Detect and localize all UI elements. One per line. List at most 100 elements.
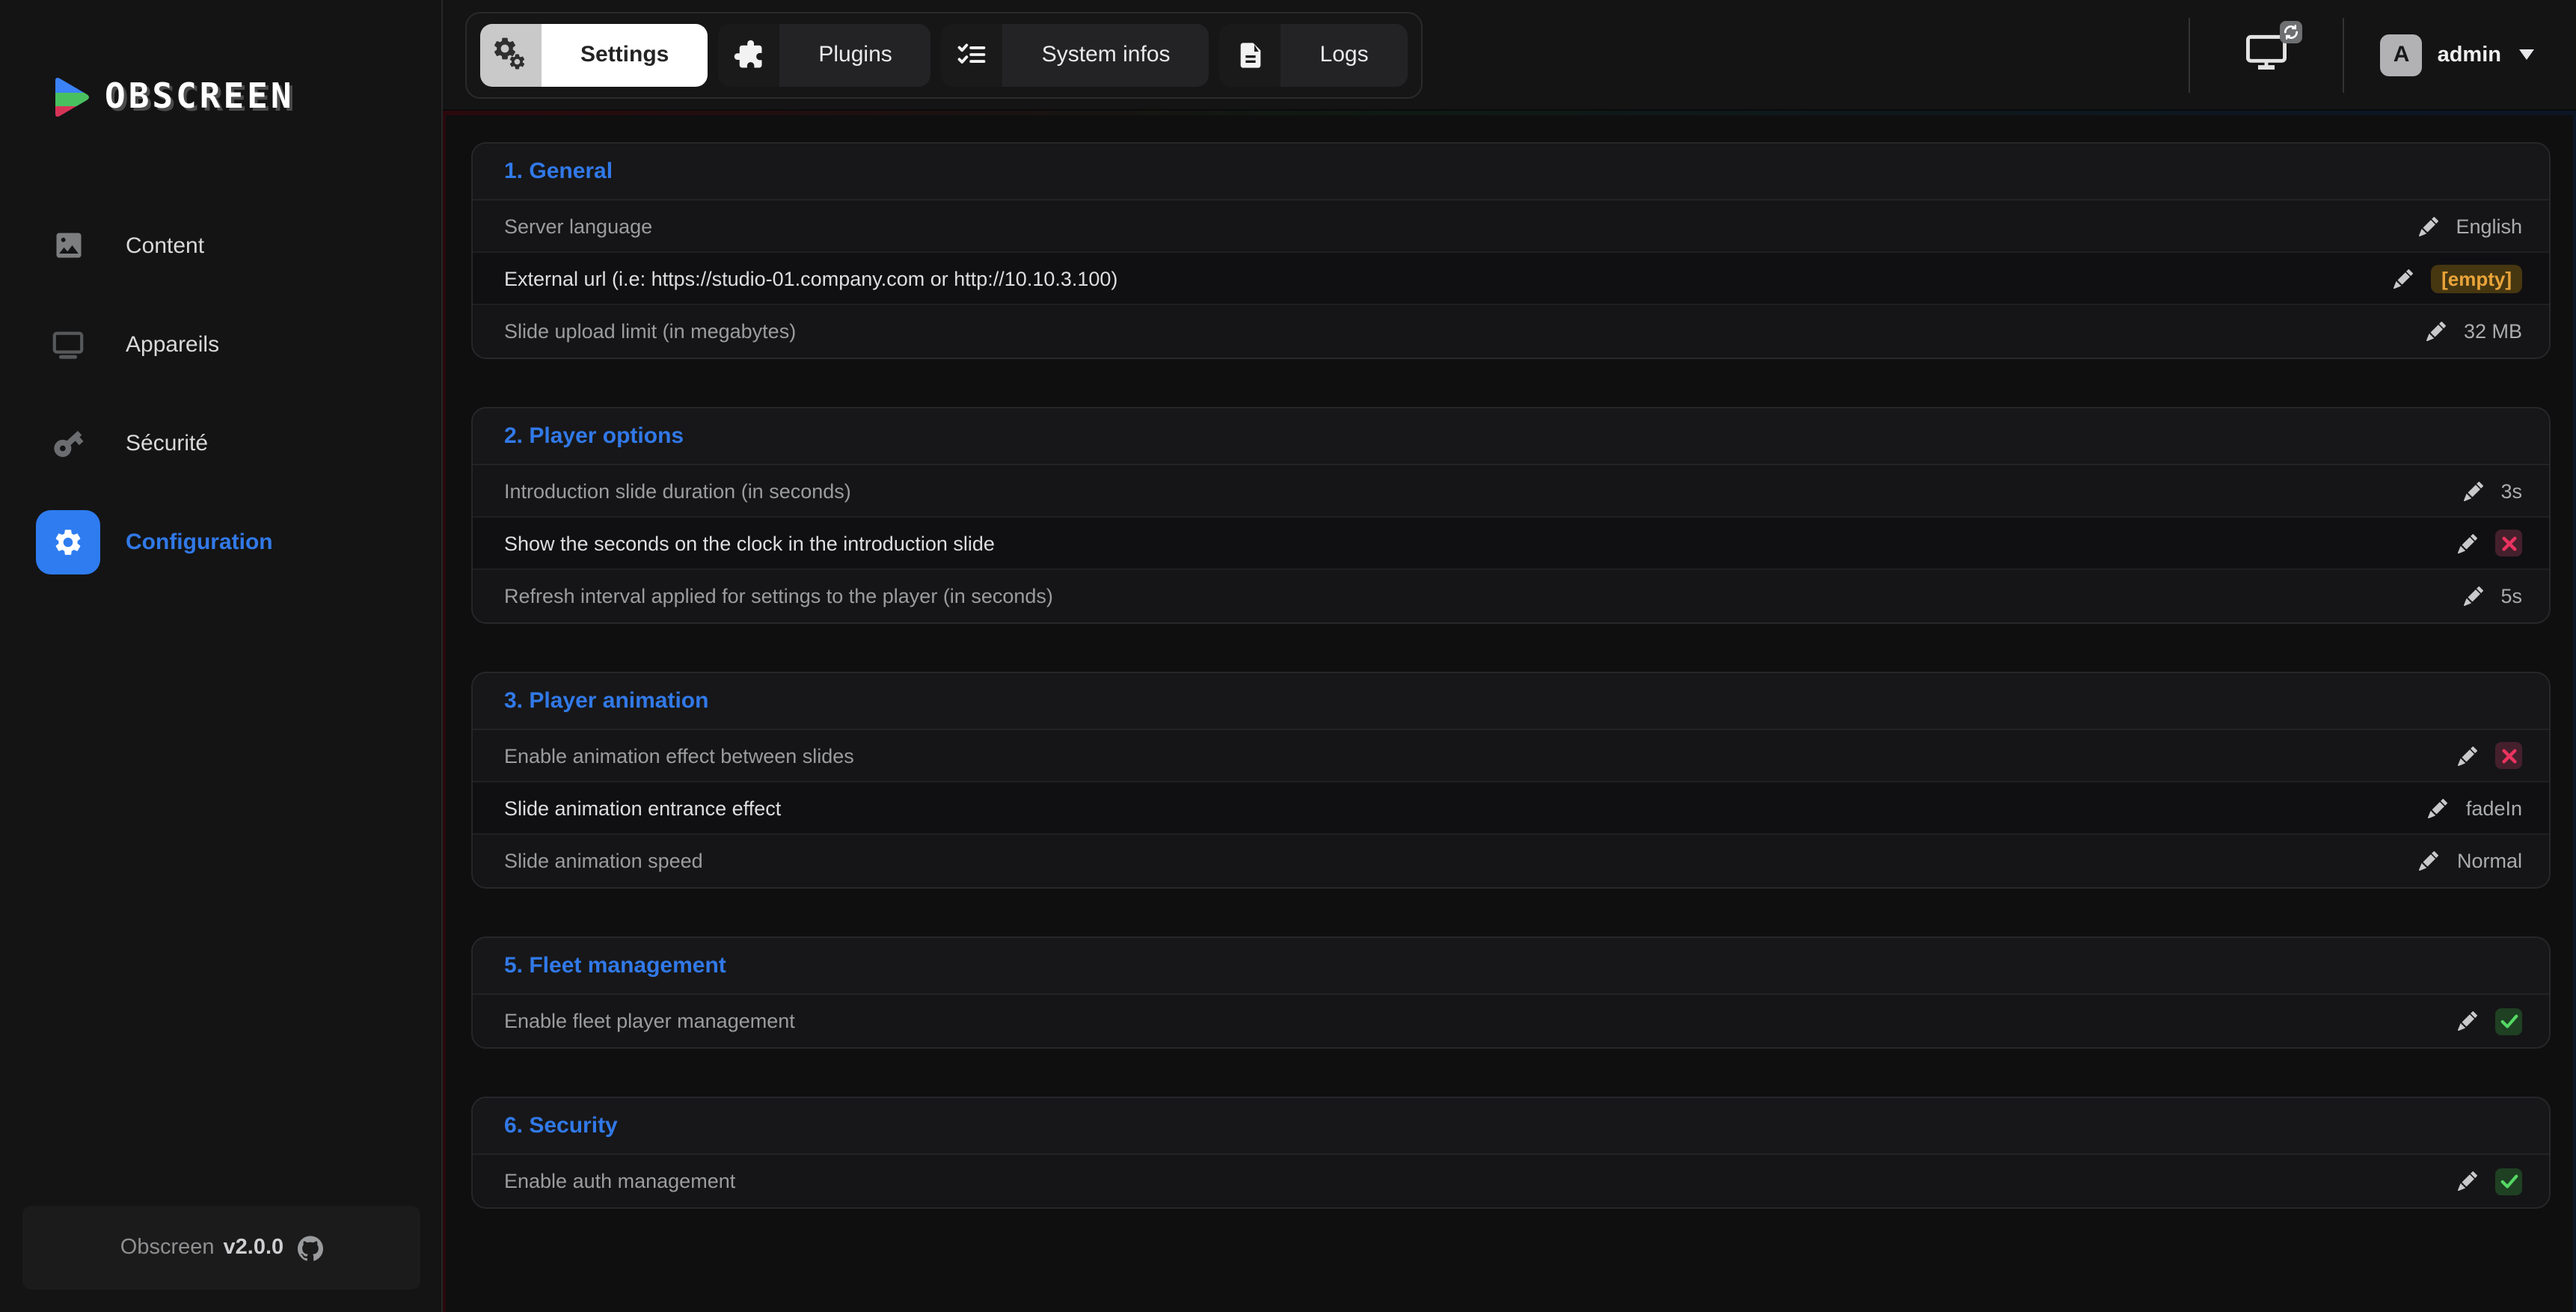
setting-row: Enable fleet player management [473,995,2549,1047]
setting-value [2458,1008,2522,1034]
check-icon[interactable] [2495,1008,2522,1034]
sidebar-item-configuration[interactable]: Configuration [0,509,441,574]
setting-label: Refresh interval applied for settings to… [504,585,1053,607]
settings-sections: 1. General Server language English External… [471,142,2551,1209]
user-menu[interactable]: A admin [2345,34,2576,76]
setting-row: Enable auth management [473,1155,2549,1207]
monitor-refresh-icon [2245,20,2303,79]
card-title: 1. General [473,144,2549,200]
setting-value-text: 3s [2500,479,2522,502]
empty-badge[interactable]: [empty] [2431,264,2522,292]
footer-version: v2.0.0 [223,1236,284,1260]
pencil-icon[interactable] [2393,269,2414,288]
checklist-icon [941,23,1003,86]
settings-card: 1. General Server language English External… [471,142,2551,359]
settings-card: 3. Player animation Enable animation effe… [471,672,2551,889]
key-icon [36,411,100,475]
setting-value: English [2418,215,2522,237]
setting-label: Enable animation effect between slides [504,744,854,767]
pencil-icon[interactable] [2458,533,2477,553]
settings-card: 5. Fleet management Enable fleet player m… [471,937,2551,1049]
tab-settings[interactable]: Settings [480,23,708,86]
pencil-icon[interactable] [2463,481,2483,500]
github-icon[interactable] [297,1235,323,1260]
document-icon [1219,23,1281,86]
sidebar-item-content[interactable]: Content [0,212,441,278]
setting-label: Slide animation entrance effect [504,797,782,819]
pencil-icon[interactable] [2428,798,2448,818]
tab-group: Settings Plugins System infos Logs [465,11,1423,98]
sidebar-nav: Content Appareils Sécurité Configuration [0,212,441,574]
setting-label: Enable fleet player management [504,1010,795,1032]
setting-label: Introduction slide duration (in seconds) [504,479,851,502]
tab-label: Settings [542,23,708,86]
tab-label: Plugins [779,23,931,86]
cross-icon[interactable] [2495,742,2522,769]
settings-card: 6. Security Enable auth management [471,1097,2551,1209]
sidebar-item-securite[interactable]: Sécurité [0,410,441,476]
tab-plugins[interactable]: Plugins [718,23,931,86]
tab-label: Logs [1281,23,1408,86]
card-title: 5. Fleet management [473,938,2549,995]
setting-label: Slide upload limit (in megabytes) [504,320,797,343]
brand-name: OBSCREEN [105,78,295,117]
footer-app-name: Obscreen [120,1236,215,1260]
tab-label: System infos [1002,23,1209,86]
pencil-icon[interactable] [2419,851,2439,871]
setting-row: Server language English [473,200,2549,253]
sidebar-item-label: Content [126,233,205,258]
setting-value: 3s [2463,479,2522,502]
cross-icon[interactable] [2495,530,2522,557]
setting-label: External url (i.e: https://studio-01.com… [504,267,1118,289]
sidebar-item-label: Configuration [126,529,273,554]
setting-value [2458,530,2522,557]
setting-label: Enable auth management [504,1170,736,1192]
setting-value-text: 5s [2500,585,2522,607]
user-name: admin [2437,43,2501,67]
pencil-icon[interactable] [2463,586,2483,606]
pencil-icon[interactable] [2418,216,2438,236]
image-icon [36,213,100,278]
check-icon[interactable] [2495,1168,2522,1195]
setting-row: Enable animation effect between slides [473,730,2549,782]
setting-value-text: 32 MB [2463,320,2522,343]
gear-icon [36,509,100,574]
setting-label: Slide animation speed [504,850,703,872]
setting-value: [empty] [2393,264,2522,292]
setting-row: Slide animation entrance effect fadeIn [473,782,2549,835]
puzzle-icon [718,23,780,86]
brand-logo[interactable]: OBSCREEN [51,75,441,120]
setting-row: Introduction slide duration (in seconds)… [473,465,2549,518]
setting-value: fadeIn [2428,797,2522,819]
avatar: A [2380,34,2423,76]
pencil-icon[interactable] [2458,746,2477,765]
sidebar-item-label: Sécurité [126,430,209,456]
pencil-icon[interactable] [2426,322,2446,341]
setting-value-text: fadeIn [2465,797,2522,819]
tab-logs[interactable]: Logs [1219,23,1408,86]
sidebar-item-appareils[interactable]: Appareils [0,311,441,377]
screen-preview-button[interactable] [2189,17,2345,92]
setting-row: Slide animation speed Normal [473,835,2549,887]
chevron-down-icon [2519,49,2534,60]
main-area: Settings Plugins System infos Logs A adm… [443,0,2576,1312]
setting-row: External url (i.e: https://studio-01.com… [473,253,2549,305]
setting-value-text: English [2456,215,2522,237]
settings-card: 2. Player options Introduction slide dura… [471,407,2551,624]
settings-content: 1. General Server language English External… [443,111,2576,1312]
card-title: 3. Player animation [473,673,2549,730]
pencil-icon[interactable] [2458,1171,2477,1191]
pencil-icon[interactable] [2458,1011,2477,1031]
setting-label: Show the seconds on the clock in the int… [504,532,995,554]
setting-value: Normal [2419,850,2522,872]
topbar-right: A admin [2189,0,2576,110]
topbar: Settings Plugins System infos Logs A adm… [443,0,2576,111]
obscreen-play-icon [51,75,91,120]
sidebar-item-label: Appareils [126,331,220,357]
card-title: 6. Security [473,1098,2549,1155]
refresh-icon [2280,20,2303,43]
tab-system-infos[interactable]: System infos [941,23,1209,86]
setting-row: Show the seconds on the clock in the int… [473,518,2549,570]
card-title: 2. Player options [473,408,2549,465]
setting-row: Refresh interval applied for settings to… [473,570,2549,622]
